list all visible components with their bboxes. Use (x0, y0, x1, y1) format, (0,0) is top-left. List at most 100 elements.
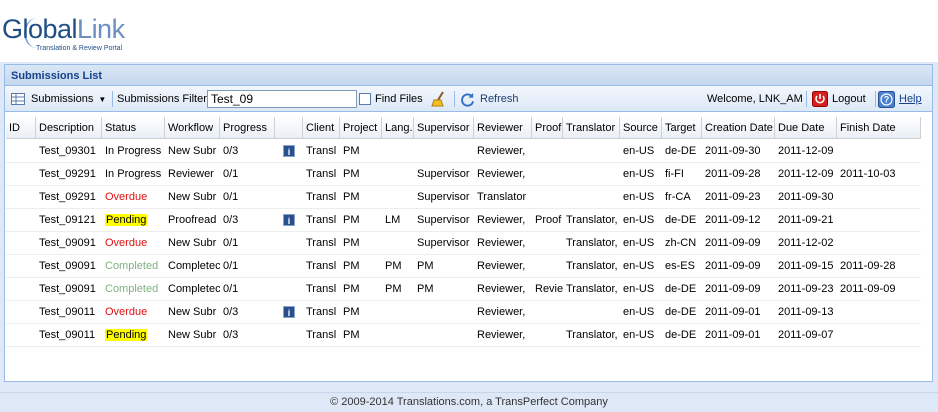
cell-reviewer: Reviewer, (477, 214, 526, 226)
table-row[interactable]: Test_09011 Pending New Subr 0/3 Transl PM Revi… (6, 324, 921, 347)
cell-description: Test_09121 (39, 214, 96, 226)
submissions-menu-button[interactable]: Submissions ▼ (11, 86, 106, 112)
globallink-logo: GlobalLink Translation & Review Portal (2, 14, 125, 52)
column-header-info[interactable] (275, 117, 303, 139)
cell-project: PM (343, 145, 360, 157)
cell-supervisor: Supervisor (417, 168, 470, 180)
cell-project: PM (343, 168, 360, 180)
info-cell (275, 255, 303, 278)
table-row[interactable]: Test_09091 Completed Completec 0/1 Transl PM P… (6, 255, 921, 278)
cell-finish (837, 140, 921, 163)
cell-translator: Translator, (566, 283, 618, 295)
column-header-supervisor[interactable]: Supervisor (414, 117, 474, 139)
cell-translator: Translator, (566, 260, 618, 272)
table-row[interactable]: Test_09301 In Progress New Subr 0/3 i Transl P… (6, 140, 921, 163)
cell-supervisor: PM (417, 283, 434, 295)
table-row[interactable]: Test_09091 Overdue New Subr 0/1 Transl PM Supe… (6, 232, 921, 255)
cell-reviewer: Reviewer, (477, 329, 526, 341)
cell-progress: 0/1 (223, 260, 239, 272)
cell-translator (563, 163, 620, 186)
column-header-project[interactable]: Project (340, 117, 382, 139)
cell-project: PM (343, 329, 360, 341)
cell-workflow: New Subr (168, 306, 217, 318)
cell-workflow: Completec (168, 260, 220, 272)
cell-project: PM (343, 260, 360, 272)
column-header-lang[interactable]: Lang. (382, 117, 414, 139)
table-row[interactable]: Test_09291 Overdue New Subr 0/1 Transl PM Supe… (6, 186, 921, 209)
cell-description: Test_09011 (39, 306, 96, 318)
status-text: Completed (105, 260, 159, 272)
cell-progress: 0/1 (223, 168, 239, 180)
cell-lang (382, 140, 414, 163)
column-header-due-date[interactable]: Due Date (775, 117, 837, 139)
status-cell: In Progress (102, 140, 165, 163)
chevron-down-icon: ▼ (98, 94, 107, 104)
cell-source: en-US (623, 237, 655, 249)
cell-lang: LM (385, 214, 401, 226)
column-header-client[interactable]: Client (303, 117, 340, 139)
column-header-status[interactable]: Status (102, 117, 165, 139)
cell-translator: Translator, (566, 237, 618, 249)
status-cell: In Progress (102, 163, 165, 186)
find-files-label: Find Files (375, 93, 423, 105)
column-header-source[interactable]: Source (620, 117, 662, 139)
column-header-description[interactable]: Description (36, 117, 102, 139)
cell-client: Transl (306, 329, 337, 341)
status-text: Overdue (105, 237, 148, 249)
cell-progress: 0/3 (223, 329, 239, 341)
cell-description: Test_09291 (39, 191, 96, 203)
logout-button[interactable]: Logout (812, 86, 866, 112)
column-header-id[interactable]: ID (6, 117, 36, 139)
info-icon[interactable]: i (283, 306, 295, 318)
table-row[interactable]: Test_09091 Completed Completec 0/1 Transl PM P… (6, 278, 921, 301)
cell-due: 2011-09-13 (778, 306, 834, 318)
cell-workflow: New Subr (168, 237, 217, 249)
cell-source: en-US (623, 145, 655, 157)
column-header-creation-date[interactable]: Creation Date (702, 117, 775, 139)
cell-target: fr-CA (665, 191, 691, 203)
cell-reviewer: Reviewer, (477, 168, 526, 180)
info-icon[interactable]: i (283, 145, 295, 157)
broom-icon (431, 91, 444, 107)
cell-workflow: Completec (168, 283, 220, 295)
table-row[interactable]: Test_09291 In Progress Reviewer 0/1 Transl PM… (6, 163, 921, 186)
table-row[interactable]: Test_09011 Overdue New Subr 0/3 i Transl PM Rev… (6, 301, 921, 324)
help-button[interactable]: ? Help (878, 86, 922, 112)
cell-supervisor: Supervisor (417, 214, 470, 226)
cell-workflow: New Subr (168, 329, 217, 341)
cell-created: 2011-09-30 (705, 145, 761, 157)
info-icon[interactable]: i (283, 214, 295, 226)
column-header-finish-date[interactable]: Finish Date (837, 117, 921, 139)
cell-supervisor (414, 140, 474, 163)
status-cell: Pending (102, 324, 165, 347)
cell-translator (563, 140, 620, 163)
cell-project: PM (343, 237, 360, 249)
column-header-target[interactable]: Target (662, 117, 702, 139)
cell-due: 2011-12-09 (778, 145, 834, 157)
cell-proof (532, 301, 563, 324)
column-header-progress[interactable]: Progress (220, 117, 275, 139)
app-header: GlobalLink Translation & Review Portal (0, 0, 938, 62)
column-header-translator[interactable]: Translator (563, 117, 620, 139)
find-files-checkbox[interactable]: Find Files (359, 86, 423, 112)
refresh-button[interactable]: Refresh (460, 86, 519, 112)
cell-description: Test_09091 (39, 283, 96, 295)
cell-description: Test_09011 (39, 329, 96, 341)
submissions-filter-input[interactable] (207, 90, 357, 108)
cell-lang (382, 163, 414, 186)
table-row[interactable]: Test_09121 Pending Proofread 0/3 i Transl PM LM… (6, 209, 921, 232)
checkbox-box[interactable] (359, 93, 371, 105)
cell-target: de-DE (665, 283, 697, 295)
cell-progress: 0/1 (223, 283, 239, 295)
cell-target: de-DE (665, 329, 697, 341)
clear-filter-button[interactable] (431, 86, 447, 112)
cell-supervisor: PM (417, 260, 434, 272)
help-icon: ? (878, 90, 895, 108)
cell-source: en-US (623, 214, 655, 226)
cell-description: Test_09291 (39, 168, 96, 180)
cell-client: Transl (306, 260, 337, 272)
column-header-reviewer[interactable]: Reviewer (474, 117, 532, 139)
column-header-proof[interactable]: Proof (532, 117, 563, 139)
cell-created: 2011-09-01 (705, 329, 761, 341)
column-header-workflow[interactable]: Workflow (165, 117, 220, 139)
